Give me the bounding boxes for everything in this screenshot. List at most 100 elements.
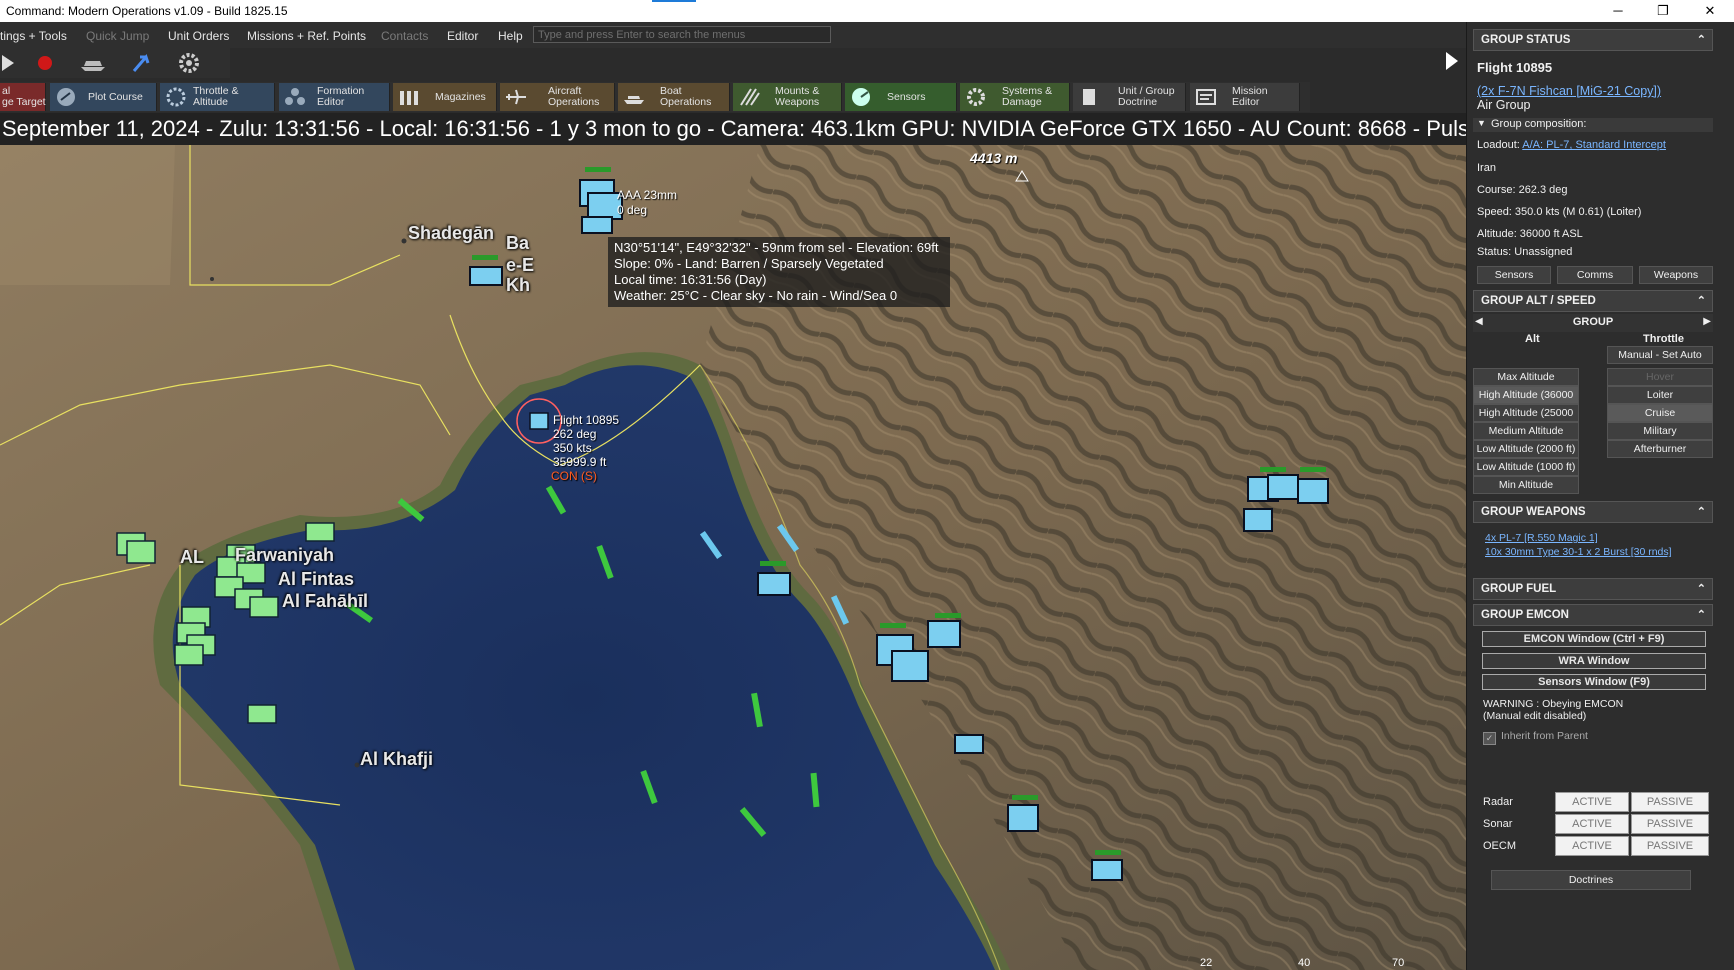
- tactical-map[interactable]: Shadegān Ba e-E Kh Farwaniyah Al Fintas …: [0, 145, 1466, 970]
- toolbar-sensors-button[interactable]: Sensors: [845, 83, 957, 111]
- collapse-chevron-icon[interactable]: ⌃: [1697, 30, 1706, 50]
- boat-icon: [624, 96, 644, 104]
- inherit-label: Inherit from Parent: [1501, 730, 1588, 742]
- gear-icon[interactable]: [174, 51, 204, 75]
- menu-missions[interactable]: Missions + Ref. Points: [247, 29, 366, 43]
- group-status-header[interactable]: GROUP STATUS ⌃: [1473, 29, 1713, 51]
- loadout-link[interactable]: A/A: PL-7, Standard Intercept: [1522, 139, 1666, 151]
- toolbar-mission-editor-button[interactable]: Mission Editor: [1190, 83, 1300, 111]
- formation-icon: [285, 88, 305, 105]
- collapse-panel-arrow-icon[interactable]: [1440, 48, 1462, 74]
- menu-search-input[interactable]: Type and press Enter to search the menus: [533, 26, 831, 43]
- weapons-tab-button[interactable]: Weapons: [1639, 266, 1713, 284]
- menu-editor[interactable]: Editor: [447, 29, 478, 43]
- sensors-icon: [852, 88, 870, 106]
- toolbar-boat-operations-button[interactable]: Boat Operations: [618, 83, 730, 111]
- sensors-tab-button[interactable]: Sensors: [1477, 266, 1551, 284]
- collapse-chevron-icon[interactable]: ⌃: [1697, 579, 1706, 599]
- toolbar-aircraft-operations-button[interactable]: Aircraft Operations: [500, 83, 615, 111]
- play-icon[interactable]: [0, 51, 30, 75]
- toolbar-doctrine-button[interactable]: Unit / Group Doctrine: [1073, 83, 1186, 111]
- aaa-deg-label: 0 deg: [617, 203, 648, 217]
- comms-tab-button[interactable]: Comms: [1557, 266, 1633, 284]
- toolbar-label: Magazines: [435, 91, 486, 103]
- radar-passive-button[interactable]: PASSIVE: [1631, 792, 1709, 812]
- maximize-button[interactable]: ❐: [1643, 0, 1683, 22]
- alt-max-button[interactable]: Max Altitude: [1473, 368, 1579, 386]
- throttle-cruise-button[interactable]: Cruise: [1607, 404, 1713, 422]
- oecm-active-button[interactable]: ACTIVE: [1555, 836, 1629, 856]
- unit-contact-status: CON (S): [551, 469, 597, 483]
- place-label: Ba: [506, 233, 530, 253]
- systems-icon: [967, 88, 985, 106]
- sonar-active-button[interactable]: ACTIVE: [1555, 814, 1629, 834]
- tooltip-weather: Weather: 25°C - Clear sky - No rain - Wi…: [614, 288, 898, 303]
- toolbar-engage-target-button[interactable]: al ge Target: [0, 83, 46, 111]
- toolbar-formation-editor-button[interactable]: Formation Editor: [279, 83, 390, 111]
- collapse-chevron-icon[interactable]: ⌃: [1697, 291, 1706, 311]
- mounts-icon: [740, 88, 760, 106]
- toolbar-systems-damage-button[interactable]: Systems & Damage: [960, 83, 1070, 111]
- emcon-window-button[interactable]: EMCON Window (Ctrl + F9): [1482, 631, 1706, 647]
- doctrines-button[interactable]: Doctrines: [1491, 870, 1691, 890]
- manual-set-auto-button[interactable]: Manual - Set Auto: [1607, 346, 1713, 364]
- arrow-icon[interactable]: [126, 51, 156, 75]
- group-weapons-header[interactable]: GROUP WEAPONS ⌃: [1473, 501, 1713, 523]
- oecm-passive-button[interactable]: PASSIVE: [1631, 836, 1709, 856]
- menu-unit-orders[interactable]: Unit Orders: [168, 29, 229, 43]
- toolbar-throttle-altitude-button[interactable]: Throttle & Altitude: [160, 83, 275, 111]
- wra-window-button[interactable]: WRA Window: [1482, 653, 1706, 669]
- alt-medium-button[interactable]: Medium Altitude (1200: [1473, 422, 1579, 453]
- alt-speed-header[interactable]: GROUP ALT / SPEED ⌃: [1473, 290, 1713, 312]
- section-title: GROUP WEAPONS: [1481, 506, 1586, 518]
- collapse-chevron-icon[interactable]: ⌃: [1697, 605, 1706, 625]
- throttle-hover-button[interactable]: Hover: [1607, 368, 1713, 386]
- minimize-button[interactable]: ─: [1598, 0, 1638, 22]
- throttle-loiter-button[interactable]: Loiter: [1607, 386, 1713, 404]
- toolbar-mounts-weapons-button[interactable]: Mounts & Weapons: [733, 83, 842, 111]
- record-icon[interactable]: [30, 51, 60, 75]
- unit-altitude: 35999.9 ft: [553, 455, 607, 469]
- radar-active-button[interactable]: ACTIVE: [1555, 792, 1629, 812]
- close-button[interactable]: ✕: [1690, 0, 1730, 22]
- alt-high-25000-button[interactable]: High Altitude (25000 ft): [1473, 404, 1579, 435]
- toolbar-label: Boat Operations: [660, 85, 712, 108]
- emcon-warning: WARNING : Obeying EMCON: [1483, 698, 1624, 710]
- unit-course: 262 deg: [553, 427, 597, 441]
- group-altitude: Altitude: 36000 ft ASL: [1477, 228, 1583, 240]
- toolbar-label: Mounts & Weapons: [775, 85, 820, 108]
- throttle-column-header: Throttle: [1643, 333, 1684, 345]
- sensors-window-button[interactable]: Sensors Window (F9): [1482, 674, 1706, 690]
- group-composition-row[interactable]: ▼ Group composition:: [1473, 118, 1713, 132]
- group-aircraft-link[interactable]: (2x F-7N Fishcan [MiG-21 Copy]): [1477, 84, 1661, 98]
- group-side: Iran: [1477, 162, 1496, 174]
- weapon-item-link[interactable]: 10x 30mm Type 30-1 x 2 Burst [30 rnds]: [1485, 546, 1672, 558]
- throttle-afterburner-button[interactable]: Afterburner: [1607, 440, 1713, 458]
- collapse-chevron-icon[interactable]: ⌃: [1697, 502, 1706, 522]
- menu-contacts[interactable]: Contacts: [381, 29, 428, 43]
- place-label: Al Fahāhīl: [282, 591, 369, 611]
- alt-speed-group-bar: ◀ GROUP ▶: [1473, 314, 1713, 332]
- ship-icon[interactable]: [78, 51, 108, 75]
- toolbar-label: Sensors: [887, 91, 926, 103]
- toolbar-plot-course-button[interactable]: Plot Course: [50, 83, 157, 111]
- menu-quick-jump[interactable]: Quick Jump: [86, 29, 149, 43]
- scale-tick: 22: [1200, 957, 1213, 969]
- expand-triangle-icon[interactable]: ▼: [1477, 118, 1486, 128]
- selected-unit-label[interactable]: Flight 10895 262 deg 350 kts 35999.9 ft …: [551, 413, 619, 483]
- inherit-checkbox[interactable]: ✓: [1483, 732, 1496, 745]
- group-fuel-header[interactable]: GROUP FUEL ⌃: [1473, 578, 1713, 600]
- next-arrow-icon[interactable]: ▶: [1703, 316, 1711, 327]
- weapon-item-link[interactable]: 4x PL-7 [R.550 Magic 1]: [1485, 532, 1598, 544]
- alt-low-1000-button[interactable]: Low Altitude (1000 ft): [1473, 458, 1579, 476]
- alt-low-2000-button[interactable]: Low Altitude (2000 ft): [1473, 440, 1579, 458]
- alt-min-button[interactable]: Min Altitude: [1473, 476, 1579, 494]
- toolbar-magazines-button[interactable]: Magazines: [393, 83, 497, 111]
- menu-help[interactable]: Help: [498, 29, 523, 43]
- throttle-military-button[interactable]: Military: [1607, 422, 1713, 440]
- menu-settings-tools[interactable]: tings + Tools: [0, 29, 67, 43]
- sonar-passive-button[interactable]: PASSIVE: [1631, 814, 1709, 834]
- loadout-label: Loadout:: [1477, 139, 1523, 151]
- alt-high-36000-button[interactable]: High Altitude (36000 ft): [1473, 386, 1579, 417]
- group-emcon-header[interactable]: GROUP EMCON ⌃: [1473, 604, 1713, 626]
